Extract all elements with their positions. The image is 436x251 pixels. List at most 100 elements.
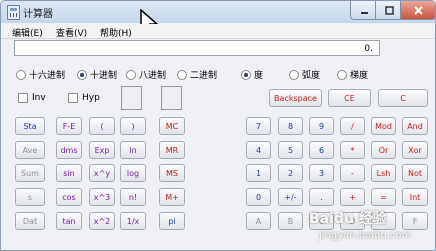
watermark-logo: Baidu 经验 [309,211,387,227]
checkbox-inv[interactable]: Inv [18,93,46,103]
digit-6-button[interactable]: 6 [309,141,334,159]
menu-view[interactable]: 查看(V) [56,26,87,39]
xor-button[interactable]: Xor [402,141,428,159]
hex-a-button[interactable]: A [246,212,271,230]
subtract-button[interactable]: - [340,164,365,182]
sta-button[interactable]: Sta [15,117,45,135]
maximize-button[interactable] [375,1,403,20]
power-button[interactable]: x^y [89,164,115,182]
add-button[interactable]: + [340,188,365,206]
checkbox-label: Inv [32,93,46,103]
baidu-watermark: Baidu 经验 jingyan.baidu.com [309,208,433,246]
radio-label: 二进制 [190,71,218,81]
radio-degrees[interactable]: 度 [241,68,263,81]
radio-circle [241,69,251,80]
factorial-button[interactable]: n! [120,188,146,206]
checkbox-hyp[interactable]: Hyp [68,93,100,103]
m-plus-button[interactable]: M+ [159,188,185,206]
backspace-button[interactable]: Backspace [269,89,322,107]
digit-2-button[interactable]: 2 [278,164,303,182]
radio-label: 梯度 [350,71,369,81]
reciprocal-button[interactable]: 1/x [120,212,146,230]
exp-button[interactable]: Exp [89,141,115,159]
cube-button[interactable]: x^3 [89,188,115,206]
mc-button[interactable]: MC [159,117,185,135]
minimize-button[interactable] [350,1,378,20]
radio-label: 八进制 [139,71,167,81]
hex-b-button[interactable]: B [278,212,303,230]
digit-7-button[interactable]: 7 [246,117,271,135]
pi-button[interactable]: pi [159,212,185,230]
digit-4-button[interactable]: 4 [246,141,271,159]
radio-binary[interactable]: 二进制 [177,68,217,81]
int-button[interactable]: Int [402,188,428,206]
checkbox-square [18,93,28,103]
divide-button[interactable]: / [340,117,365,135]
mr-button[interactable]: MR [159,141,185,159]
digit-0-button[interactable]: 0 [246,188,271,206]
s-button[interactable]: s [15,188,45,206]
minimize-icon [360,11,368,14]
radio-radians[interactable]: 弧度 [289,68,320,81]
radio-circle [337,69,347,80]
ave-button[interactable]: Ave [15,141,45,159]
multiply-button[interactable]: * [340,141,365,159]
radio-circle [16,69,26,80]
dat-button[interactable]: Dat [15,212,45,230]
ln-button[interactable]: ln [120,141,146,159]
tan-button[interactable]: tan [56,212,82,230]
checkbox-square [68,93,78,103]
not-button[interactable]: Not [402,164,428,182]
dms-button[interactable]: dms [56,141,82,159]
radio-hex[interactable]: 十六进制 [16,68,65,81]
digit-3-button[interactable]: 3 [309,164,334,182]
digit-5-button[interactable]: 5 [278,141,303,159]
and-button[interactable]: And [402,117,428,135]
digit-9-button[interactable]: 9 [309,117,334,135]
result-display: 0. [14,40,380,56]
maximize-icon [384,5,394,15]
or-button[interactable]: Or [371,141,396,159]
open-paren-button[interactable]: ( [89,117,115,135]
negate-button[interactable]: +/- [278,188,303,206]
radio-decimal[interactable]: 十进制 [77,68,117,81]
mod-button[interactable]: Mod [371,117,396,135]
calculator-app-icon [7,5,20,20]
menu-bar: 编辑(E) 查看(V) 帮助(H) [1,24,435,39]
radio-circle [77,69,87,80]
digit-1-button[interactable]: 1 [246,164,271,182]
radio-label: 弧度 [302,71,321,81]
radio-circle [177,69,187,80]
close-icon [413,5,423,15]
title-bar[interactable]: 计算器 [1,1,435,23]
close-paren-button[interactable]: ) [120,117,146,135]
checkbox-label: Hyp [82,93,100,103]
digit-8-button[interactable]: 8 [278,117,303,135]
window-title: 计算器 [23,9,53,20]
radio-label: 十六进制 [29,71,66,81]
radio-label: 度 [254,71,264,81]
radio-circle [289,69,299,80]
radio-octal[interactable]: 八进制 [126,68,166,81]
radio-label: 十进制 [90,71,118,81]
decimal-point-button[interactable]: . [309,188,334,206]
lsh-button[interactable]: Lsh [371,164,396,182]
square-button[interactable]: x^2 [89,212,115,230]
sin-button[interactable]: sin [56,164,82,182]
menu-edit[interactable]: 编辑(E) [12,26,43,39]
radio-grads[interactable]: 梯度 [337,68,368,81]
cos-button[interactable]: cos [56,188,82,206]
equals-button[interactable]: = [371,188,396,206]
watermark-url: jingyan.baidu.com [319,230,412,241]
radio-circle [126,69,136,80]
clear-entry-button[interactable]: CE [328,89,371,107]
calculator-window: 计算器 编辑(E) 查看(V) 帮助(H) 0. 十六进制 十进制 八进制 二进… [0,0,436,251]
menu-help[interactable]: 帮助(H) [100,26,132,39]
fe-button[interactable]: F-E [56,117,82,135]
parenthesis-indicator [121,86,142,110]
ms-button[interactable]: MS [159,164,185,182]
log-button[interactable]: log [120,164,146,182]
clear-button[interactable]: C [378,89,428,107]
close-button[interactable] [400,1,435,20]
sum-button[interactable]: Sum [15,164,45,182]
